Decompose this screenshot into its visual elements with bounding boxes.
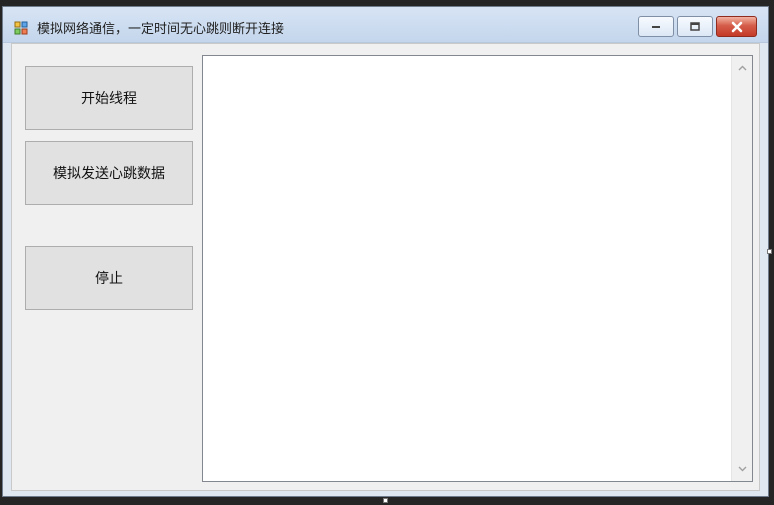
scroll-down-icon xyxy=(738,466,747,472)
minimize-icon xyxy=(652,25,660,28)
client-area: 开始线程 模拟发送心跳数据 停止 xyxy=(11,43,760,491)
simulate-heartbeat-button[interactable]: 模拟发送心跳数据 xyxy=(25,141,193,205)
titlebar: 模拟网络通信，一定时间无心跳则断开连接 xyxy=(3,7,768,43)
maximize-icon xyxy=(690,21,700,31)
scroll-up-button[interactable] xyxy=(732,58,753,79)
close-button[interactable] xyxy=(716,16,757,37)
start-thread-button[interactable]: 开始线程 xyxy=(25,66,193,130)
log-textbox[interactable] xyxy=(202,55,753,482)
app-icon xyxy=(14,20,28,35)
form-resize-handle-bottom[interactable] xyxy=(383,498,388,503)
designer-canvas: 模拟网络通信，一定时间无心跳则断开连接 开始线程 模拟发送心跳数据 停止 xyxy=(0,0,774,505)
window-title: 模拟网络通信，一定时间无心跳则断开连接 xyxy=(37,22,285,37)
maximize-button[interactable] xyxy=(677,16,713,37)
window-controls xyxy=(638,16,757,37)
stop-button[interactable]: 停止 xyxy=(25,246,193,310)
minimize-button[interactable] xyxy=(638,16,674,37)
scroll-down-button[interactable] xyxy=(732,458,753,479)
form-resize-handle-right[interactable] xyxy=(767,249,772,254)
vertical-scrollbar[interactable] xyxy=(731,56,752,481)
main-window: 模拟网络通信，一定时间无心跳则断开连接 开始线程 模拟发送心跳数据 停止 xyxy=(2,6,769,497)
scroll-up-icon xyxy=(738,65,747,71)
close-icon xyxy=(731,21,742,32)
